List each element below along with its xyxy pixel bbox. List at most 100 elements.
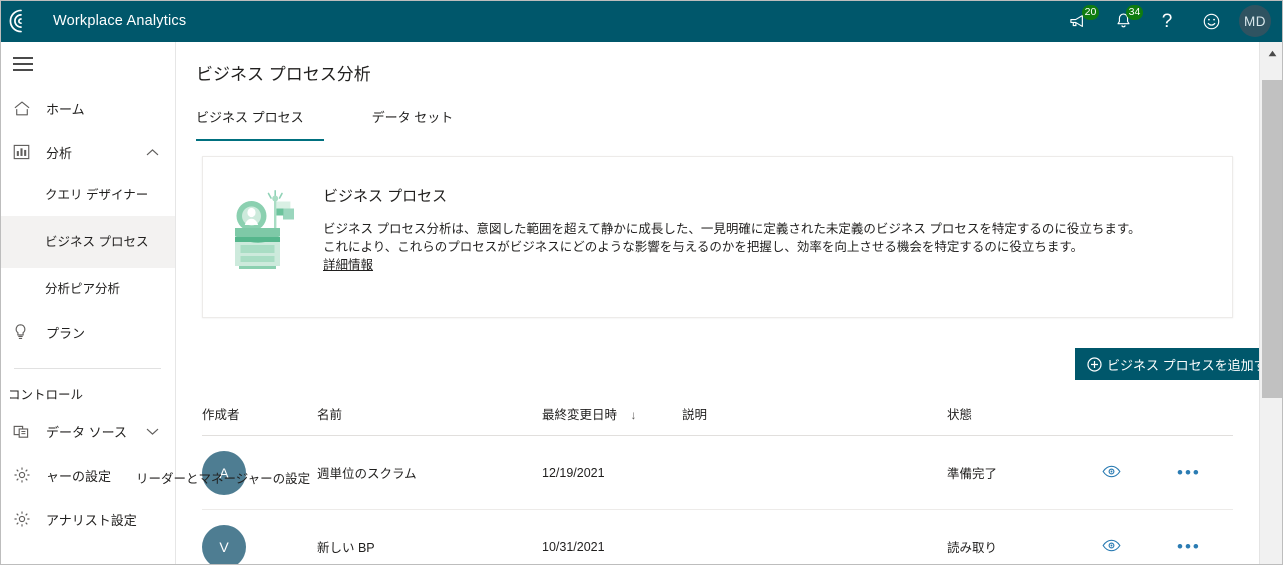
sidebar-item-peer-analysis[interactable]: 分析ピア分析	[0, 268, 175, 310]
chevron-up-icon[interactable]	[146, 145, 159, 160]
main-content: ビジネス プロセス分析 ビジネス プロセス データ セット ビジネス プロセス …	[176, 42, 1259, 565]
column-header-modified[interactable]: 最終変更日時 ↓	[542, 394, 682, 436]
cell-description	[682, 509, 947, 565]
column-label: 最終変更日時	[542, 408, 618, 422]
help-button[interactable]: ?	[1145, 0, 1189, 42]
column-header-name[interactable]: 名前	[317, 394, 542, 436]
sidebar-toggle-button[interactable]	[0, 42, 176, 86]
creator-avatar[interactable]: V	[202, 524, 246, 565]
sidebar-item-business-process[interactable]: ビジネス プロセス	[0, 216, 175, 268]
column-header-more	[1177, 394, 1233, 436]
table-header-row: 作成者 名前 最終変更日時 ↓ 説明 状態	[202, 394, 1233, 436]
cell-status: 準備完了	[947, 435, 1102, 510]
scroll-up-arrow-icon	[1268, 50, 1276, 56]
cell-name[interactable]: 新しい BP	[317, 509, 542, 565]
smiley-feedback-icon	[1203, 13, 1219, 29]
column-label: 名前	[317, 408, 343, 422]
sidebar-item-label: ホーム	[46, 101, 85, 117]
sidebar-item-label: ャーの設定	[46, 468, 112, 484]
cell-name[interactable]: 週単位のスクラム	[317, 435, 542, 510]
cell-view[interactable]	[1102, 435, 1177, 510]
business-process-table: 作成者 名前 最終変更日時 ↓ 説明 状態 A 週単位のスクラム 12/19/2…	[202, 394, 1259, 565]
learn-more-link[interactable]: 詳細情報	[323, 256, 1141, 274]
vertical-scrollbar[interactable]	[1259, 42, 1283, 565]
cell-description	[682, 435, 947, 510]
brand-title: Workplace Analytics	[53, 13, 187, 29]
help-question-icon: ?	[1161, 10, 1173, 32]
card-illustration	[203, 157, 323, 271]
notifications-button[interactable]: 34	[1101, 0, 1145, 42]
table-row[interactable]: A 週単位のスクラム 12/19/2021 準備完了 •••	[202, 435, 1233, 510]
sidebar-item-label: プラン	[46, 325, 86, 341]
add-business-process-button[interactable]: ビジネス プロセスを追加する	[1075, 348, 1259, 380]
user-avatar[interactable]: MD	[1239, 5, 1271, 37]
home-icon	[13, 100, 37, 117]
circle-plus-icon	[1087, 356, 1102, 372]
sidebar-subitem-label: ビジネス プロセス	[45, 235, 149, 249]
column-header-creator[interactable]: 作成者	[202, 394, 317, 436]
sidebar-overflow-label: リーダーとマネージャーの設定	[136, 472, 311, 486]
workplace-analytics-swirl-logo	[9, 9, 22, 33]
app-logo[interactable]	[0, 0, 42, 42]
scrollbar-thumb[interactable]	[1262, 80, 1282, 398]
sort-descending-icon: ↓	[630, 408, 637, 422]
sidebar-section-control-label: コントロール	[8, 388, 84, 402]
ellipsis-icon[interactable]: •••	[1177, 463, 1201, 482]
scroll-up-button[interactable]	[1260, 42, 1283, 64]
column-header-description[interactable]: 説明	[682, 394, 947, 436]
sidebar-item-query-designer[interactable]: クエリ デザイナー	[0, 174, 175, 216]
cell-modified: 12/19/2021	[542, 435, 682, 510]
topbar-actions: 20 34 ? MD	[1057, 0, 1283, 42]
business-process-illustration	[235, 190, 294, 269]
sidebar-item-home[interactable]: ホーム	[0, 86, 175, 130]
tab-bar: ビジネス プロセス データ セット	[176, 107, 1259, 141]
data-source-icon	[13, 423, 37, 440]
card-heading: ビジネス プロセス	[323, 188, 448, 205]
analysis-bar-chart-icon	[13, 144, 37, 160]
tab-data-set[interactable]: データ セット	[372, 107, 462, 141]
plan-lightbulb-icon	[13, 323, 37, 341]
tab-active-indicator	[196, 139, 324, 141]
cell-view[interactable]	[1102, 509, 1177, 565]
sidebar-subitem-label: 分析ピア分析	[45, 282, 121, 296]
sidebar-item-label: データ ソース	[46, 424, 127, 440]
table-row[interactable]: V 新しい BP 10/31/2021 読み取り •••	[202, 509, 1233, 565]
page-title: ビジネス プロセス分析	[196, 65, 371, 84]
add-button-label: ビジネス プロセスを追加する	[1107, 357, 1259, 373]
sidebar-item-data-sources[interactable]: データ ソース	[0, 409, 175, 453]
card-body: ビジネス プロセス ビジネス プロセス分析は、意図した範囲を超えて静かに成長した…	[323, 157, 1161, 274]
column-label: 作成者	[202, 408, 240, 422]
column-header-view	[1102, 394, 1177, 436]
sidebar-subitem-label: クエリ デザイナー	[45, 188, 149, 202]
tab-label: データ セット	[371, 110, 454, 125]
smiley-feedback-button[interactable]	[1189, 0, 1233, 42]
sidebar-item-plan[interactable]: プラン	[0, 310, 175, 354]
column-label: 状態	[947, 408, 973, 422]
cell-creator: V	[202, 509, 317, 565]
feedback-badge-count: 20	[1082, 5, 1099, 20]
tab-label: ビジネス プロセス	[196, 110, 304, 125]
notifications-badge-count: 34	[1126, 5, 1143, 20]
sidebar-item-label: 分析	[46, 145, 73, 161]
card-paragraph-1: ビジネス プロセス分析は、意図した範囲を超えて静かに成長した、一見明確に定義され…	[323, 222, 1141, 236]
cell-status: 読み取り	[947, 509, 1102, 565]
cell-more[interactable]: •••	[1177, 435, 1233, 510]
feedback-megaphone-button[interactable]: 20	[1057, 0, 1101, 42]
top-navigation-bar: Workplace Analytics 20 34 ? MD	[0, 0, 1283, 42]
ellipsis-icon[interactable]: •••	[1177, 537, 1201, 556]
eye-icon[interactable]	[1102, 539, 1121, 555]
cell-modified: 10/31/2021	[542, 509, 682, 565]
info-card: ビジネス プロセス ビジネス プロセス分析は、意図した範囲を超えて静かに成長した…	[202, 156, 1233, 318]
column-header-status[interactable]: 状態	[947, 394, 1102, 436]
card-paragraph-2: これにより、これらのプロセスがビジネスにどのような影響を与えるのかを把握し、効率…	[323, 240, 1084, 254]
sidebar-item-analyst-settings[interactable]: アナリスト設定	[0, 497, 175, 541]
app-window: Workplace Analytics 20 34 ? MD ホーム 分析 クエ…	[0, 0, 1283, 565]
tab-business-process[interactable]: ビジネス プロセス	[196, 107, 324, 141]
gear-icon	[13, 466, 37, 484]
hamburger-menu-icon	[13, 57, 33, 71]
sidebar-item-analysis[interactable]: 分析	[0, 130, 175, 174]
eye-icon[interactable]	[1102, 465, 1121, 481]
cell-more[interactable]: •••	[1177, 509, 1233, 565]
chevron-down-icon[interactable]	[146, 424, 159, 439]
column-label: 説明	[682, 408, 708, 422]
